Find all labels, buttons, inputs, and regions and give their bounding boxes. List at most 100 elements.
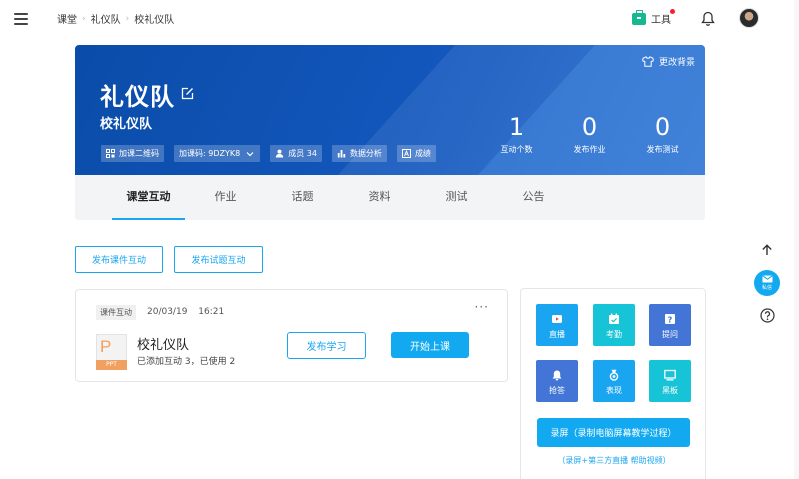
tool-question[interactable]: ? 提问 [649, 304, 691, 346]
tools-label: 工具 [651, 15, 671, 26]
menu-icon[interactable] [14, 13, 28, 25]
interaction-card: 课件互动 20/03/19 16:21 ··· P PPT 校礼仪队 已添加互动… [75, 289, 508, 382]
courseware-usage: 已添加互动 3，已使用 2 [137, 357, 236, 367]
breadcrumb: 课堂 › 礼仪队 › 校礼仪队 [57, 11, 175, 27]
file-type-label: PPT [96, 360, 127, 370]
toolbox-icon [632, 9, 646, 25]
grades-icon [401, 149, 411, 158]
tool-label: 考勤 [606, 330, 622, 339]
chevron-down-icon [246, 151, 254, 156]
tool-label: 提问 [662, 330, 678, 339]
breadcrumb-separator: › [125, 13, 130, 24]
interaction-timestamp: 20/03/19 16:21 [147, 307, 232, 317]
page-scrollbar[interactable] [794, 0, 799, 479]
stat-value: 1 [508, 113, 525, 141]
courseware-title[interactable]: 校礼仪队 [137, 334, 189, 353]
breadcrumb-item-class[interactable]: 礼仪队 [91, 11, 121, 26]
stat-label: 发布测试 [646, 145, 679, 154]
tool-label: 抢答 [549, 386, 565, 395]
back-to-top-button[interactable] [754, 237, 780, 263]
tool-label: 直播 [549, 330, 565, 339]
members-label: 成员 34 [288, 149, 317, 158]
grades-button[interactable]: 成绩 [396, 145, 436, 162]
breadcrumb-separator: › [82, 13, 86, 24]
class-stats: 1 互动个数 0 发布作业 0 发布测试 [480, 115, 699, 155]
tool-label: 黑板 [662, 386, 678, 395]
stat-interactions[interactable]: 1 互动个数 [480, 115, 553, 155]
bar-chart-icon [337, 150, 346, 158]
edit-icon[interactable] [181, 87, 194, 100]
teaching-tools-panel: 直播 考勤 ? 提问 抢答 表现 黑板 录屏（录制电脑屏幕教学过程） （录屏+第… [520, 288, 706, 479]
tab-homework[interactable]: 作业 [187, 175, 264, 220]
medal-icon [609, 369, 619, 381]
bell-icon [552, 370, 562, 381]
tab-tests[interactable]: 测试 [418, 175, 495, 220]
ppt-letter-p: P [100, 337, 112, 356]
stat-value: 0 [654, 113, 671, 141]
stat-label: 发布作业 [573, 145, 606, 154]
stat-homework[interactable]: 0 发布作业 [553, 115, 626, 155]
more-options-icon[interactable]: ··· [475, 300, 489, 314]
interaction-type-tag: 课件互动 [96, 305, 136, 320]
ppt-file-icon: P PPT [96, 334, 127, 370]
user-icon [276, 149, 284, 158]
top-bar: 课堂 › 礼仪队 › 校礼仪队 工具 [0, 0, 799, 38]
class-tabs: 课堂互动 作业 话题 资料 测试 公告 [75, 175, 705, 220]
school-name: 校礼仪队 [100, 117, 153, 132]
private-message-button[interactable]: 私信 [754, 270, 780, 296]
svg-text:?: ? [668, 315, 673, 324]
tool-blackboard[interactable]: 黑板 [649, 360, 691, 402]
tool-quick-answer[interactable]: 抢答 [536, 360, 578, 402]
publish-study-button[interactable]: 发布学习 [287, 332, 366, 359]
attendance-icon [609, 313, 619, 324]
tab-materials[interactable]: 资料 [341, 175, 418, 220]
change-background-label: 更改背景 [658, 58, 695, 68]
help-video-link[interactable]: （录屏+第三方直播 帮助视频） [521, 455, 707, 466]
publish-courseware-button[interactable]: 发布课件互动 [75, 246, 163, 273]
interaction-time: 16:21 [198, 307, 225, 317]
tab-topics[interactable]: 话题 [264, 175, 341, 220]
private-message-label: 私信 [761, 285, 772, 291]
live-icon [552, 315, 562, 323]
help-circle-icon [759, 307, 775, 323]
class-title: 礼仪队 [100, 83, 175, 111]
tool-performance[interactable]: 表现 [593, 360, 635, 402]
blackboard-icon [664, 369, 676, 381]
tools-button[interactable]: 工具 [632, 9, 671, 26]
breadcrumb-item-current: 校礼仪队 [134, 15, 175, 26]
class-banner: 更改背景 礼仪队 校礼仪队 加课二维码 加课码: 9DZYK8 成员 34 数据… [75, 45, 705, 175]
notification-dot [670, 9, 675, 14]
mail-icon [762, 275, 772, 283]
publish-quiz-button[interactable]: 发布试题互动 [174, 246, 263, 273]
qrcode-button[interactable]: 加课二维码 [101, 145, 164, 162]
question-icon: ? [665, 314, 675, 324]
arrow-up-icon [762, 244, 772, 255]
tool-live[interactable]: 直播 [536, 304, 578, 346]
start-class-button[interactable]: 开始上课 [391, 332, 469, 358]
class-code-dropdown[interactable]: 加课码: 9DZYK8 [174, 145, 261, 162]
tool-attendance[interactable]: 考勤 [593, 304, 635, 346]
breadcrumb-item-classroom[interactable]: 课堂 [57, 11, 77, 26]
stat-tests[interactable]: 0 发布测试 [626, 115, 699, 155]
user-avatar[interactable] [739, 8, 759, 28]
qrcode-icon [106, 149, 115, 158]
qrcode-label: 加课二维码 [119, 149, 159, 158]
tab-interaction[interactable]: 课堂互动 [110, 175, 187, 220]
data-analysis-label: 数据分析 [349, 149, 382, 158]
notification-bell-icon[interactable] [701, 11, 715, 27]
change-background-button[interactable]: 更改背景 [642, 55, 695, 68]
help-button[interactable] [754, 302, 780, 328]
ppt-file-page: P [96, 334, 127, 362]
screen-record-button[interactable]: 录屏（录制电脑屏幕教学过程） [537, 418, 690, 447]
stat-value: 0 [581, 113, 598, 141]
tool-label: 表现 [606, 386, 622, 395]
grades-label: 成绩 [414, 149, 431, 158]
shirt-icon [642, 56, 654, 67]
data-analysis-button[interactable]: 数据分析 [331, 145, 387, 162]
members-button[interactable]: 成员 34 [270, 145, 322, 162]
banner-button-row: 加课二维码 加课码: 9DZYK8 成员 34 数据分析 成绩 [101, 145, 446, 162]
tab-announcements[interactable]: 公告 [495, 175, 572, 220]
class-code-label: 加课码: 9DZYK8 [179, 149, 241, 158]
interaction-date: 20/03/19 [147, 307, 188, 317]
stat-label: 互动个数 [500, 145, 533, 154]
